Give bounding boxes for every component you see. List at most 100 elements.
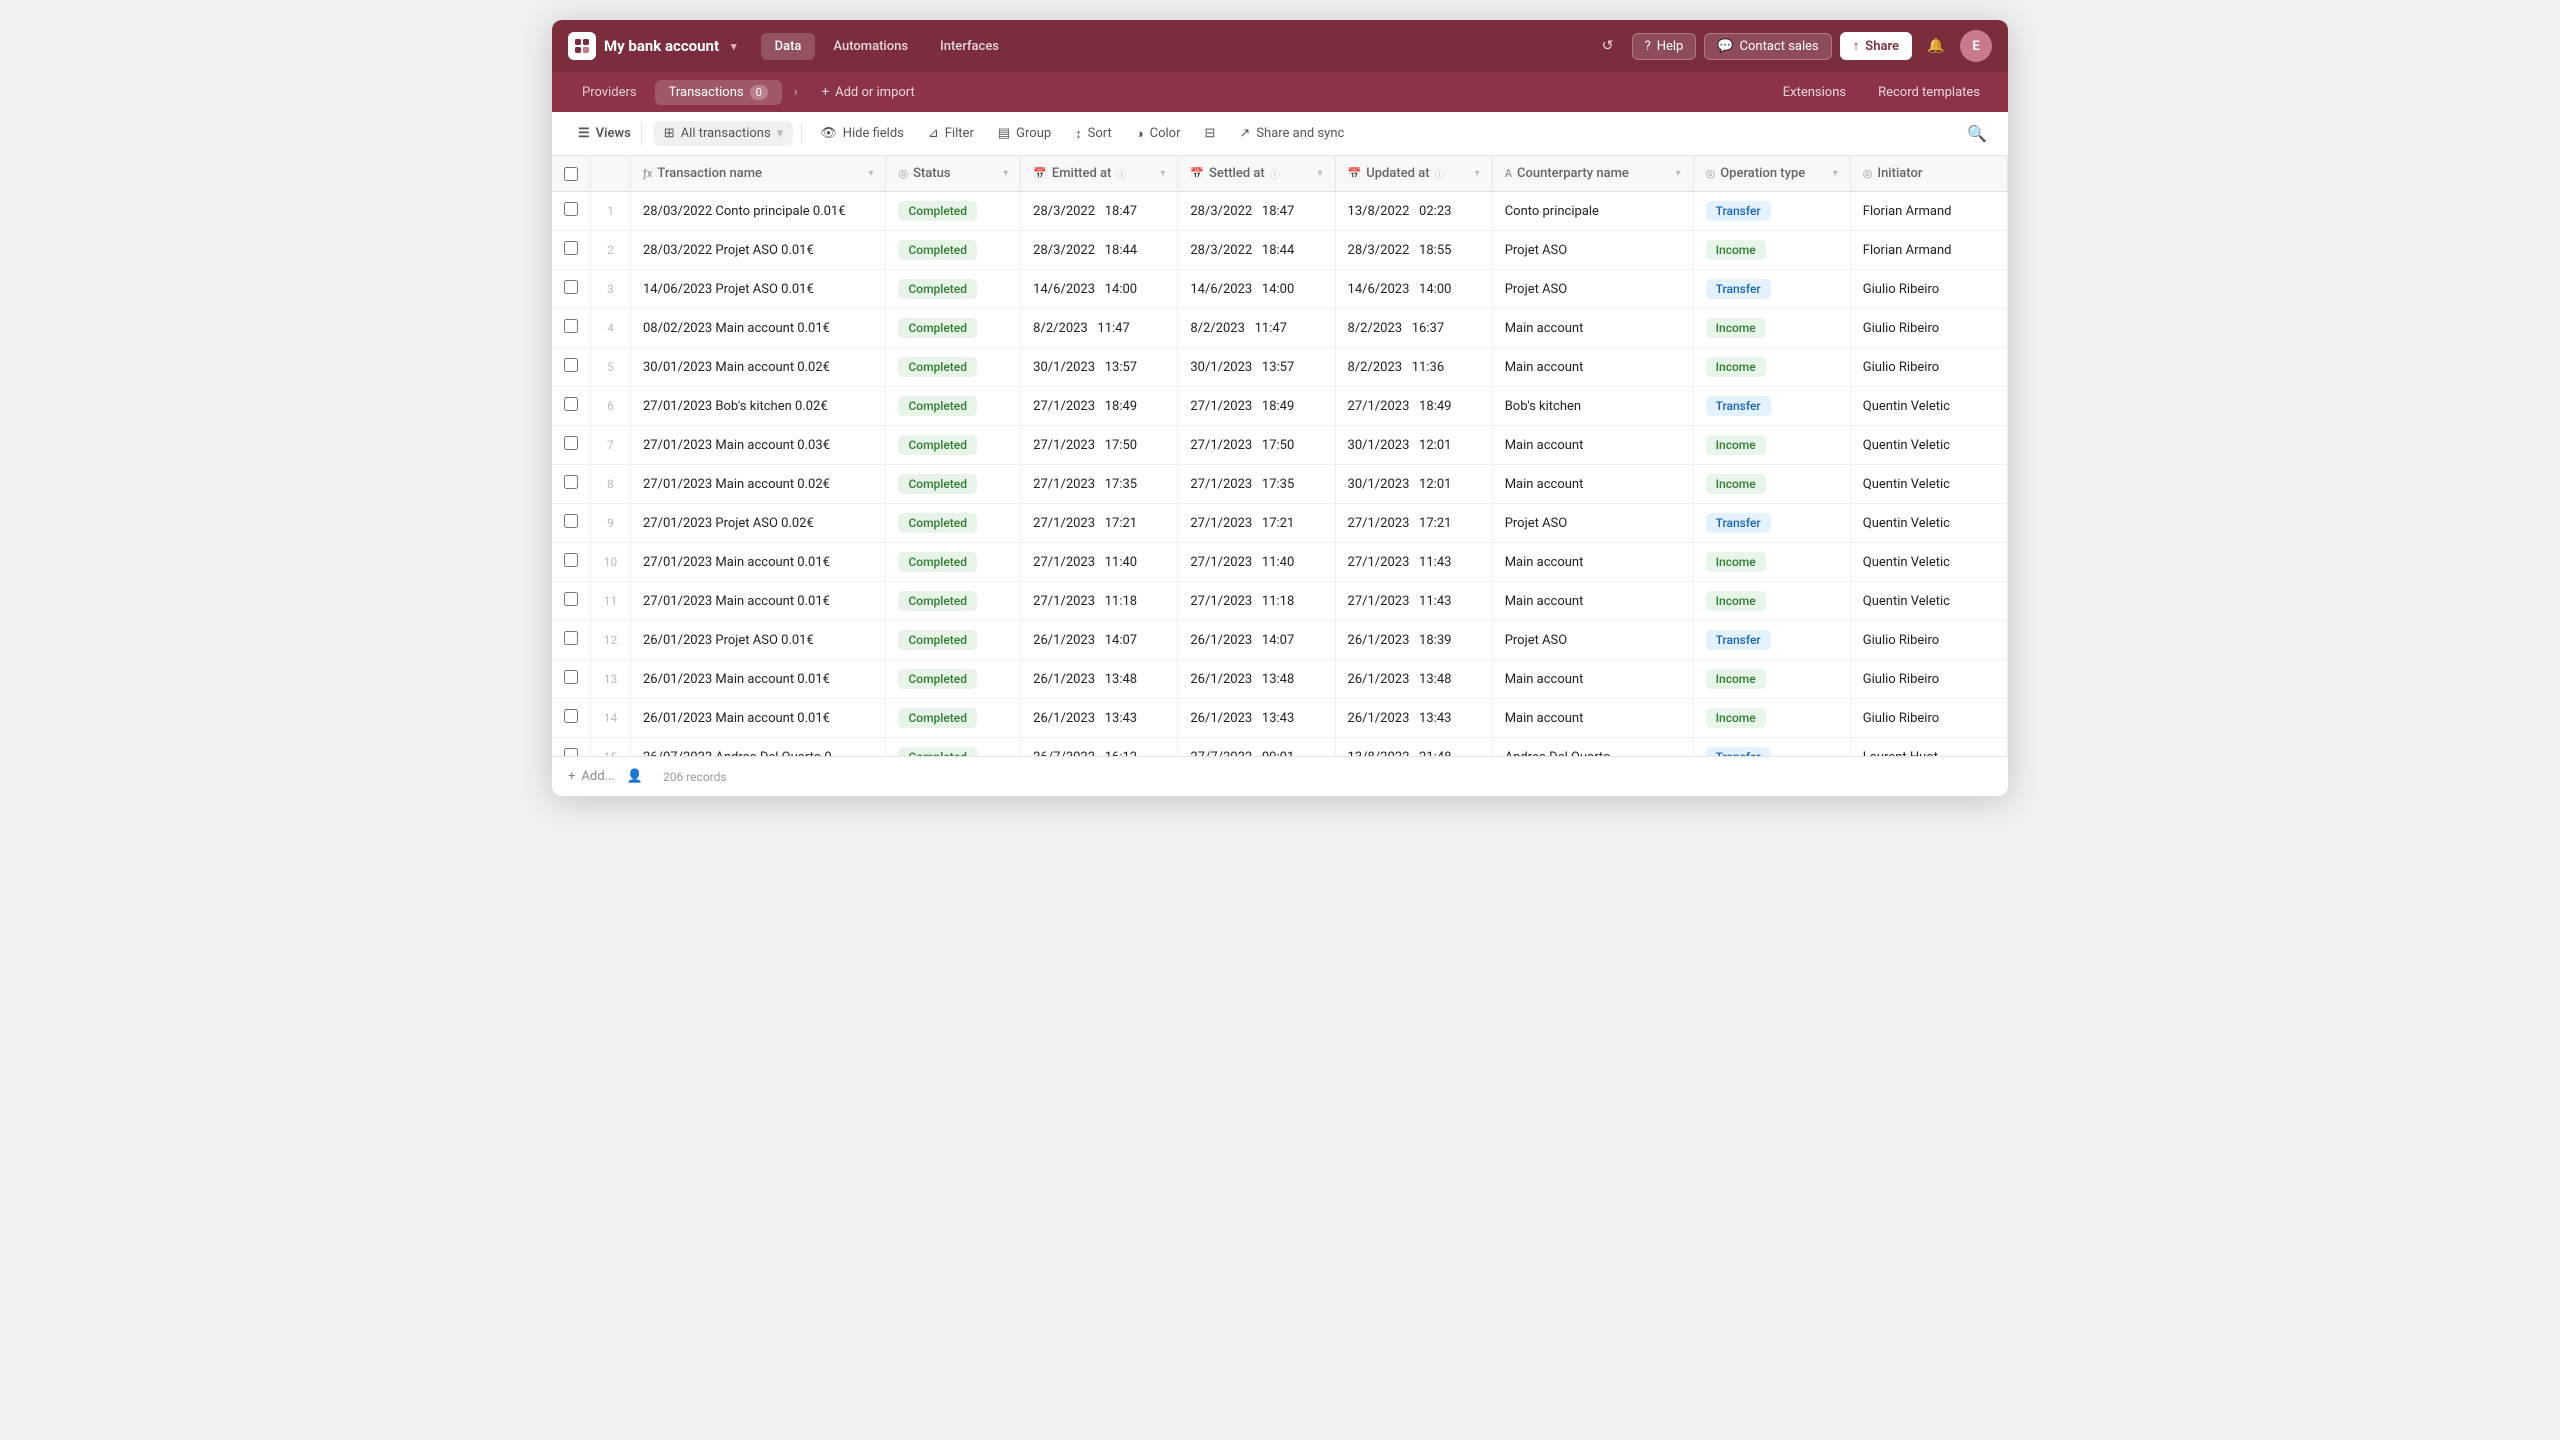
row-checkbox[interactable] <box>564 631 578 645</box>
share-icon: ↑ <box>1853 38 1860 54</box>
optype-badge: Transfer <box>1706 747 1771 756</box>
transaction-name-cell: 27/01/2023 Main account 0.03€ <box>631 426 886 465</box>
table-row[interactable]: 5 30/01/2023 Main account 0.02€ Complete… <box>552 348 2008 387</box>
row-checkbox[interactable] <box>564 397 578 411</box>
updated-at-cell: 26/1/2023 13:43 <box>1335 699 1492 738</box>
extensions-button[interactable]: Extensions <box>1771 80 1858 105</box>
hide-fields-button[interactable]: 👁 Hide fields <box>810 121 914 146</box>
transactions-table: ƒx Transaction name ▾ ◎ Status ▾ <box>552 156 2008 756</box>
header-row-num <box>591 156 631 192</box>
table-row[interactable]: 13 26/01/2023 Main account 0.01€ Complet… <box>552 660 2008 699</box>
share-sync-button[interactable]: ↗ Share and sync <box>1229 121 1354 146</box>
row-checkbox-cell <box>552 621 591 660</box>
sub-nav-more-icon[interactable]: › <box>786 81 806 104</box>
counterparty-cell: Projet ASO <box>1492 270 1693 309</box>
header-status[interactable]: ◎ Status ▾ <box>886 156 1021 192</box>
optype-cell: Income <box>1693 699 1850 738</box>
row-checkbox[interactable] <box>564 358 578 372</box>
header-counterparty-name[interactable]: A Counterparty name ▾ <box>1492 156 1693 192</box>
transaction-name-cell: 14/06/2023 Projet ASO 0.01€ <box>631 270 886 309</box>
row-number: 5 <box>591 348 631 387</box>
row-checkbox-cell <box>552 465 591 504</box>
sort-icon: ↕ <box>1075 126 1082 142</box>
row-checkbox[interactable] <box>564 748 578 756</box>
status-badge: Completed <box>898 279 977 299</box>
help-button[interactable]: ? Help <box>1632 33 1697 60</box>
settled-at-cell: 8/2/2023 11:47 <box>1178 309 1335 348</box>
add-or-import-button[interactable]: + Add or import <box>810 80 927 105</box>
optype-badge: Transfer <box>1706 396 1771 416</box>
header-updated-at[interactable]: 📅 Updated at ⓘ ▾ <box>1335 156 1492 192</box>
app-logo[interactable]: My bank account ▾ <box>568 32 737 60</box>
row-checkbox[interactable] <box>564 436 578 450</box>
row-number: 8 <box>591 465 631 504</box>
group-button[interactable]: ▤ Group <box>988 121 1061 146</box>
emitted-at-cell: 26/1/2023 13:43 <box>1021 699 1178 738</box>
table-row[interactable]: 1 28/03/2022 Conto principale 0.01€ Comp… <box>552 192 2008 231</box>
sort-button[interactable]: ↕ Sort <box>1065 121 1122 147</box>
status-cell: Completed <box>886 465 1021 504</box>
table-row[interactable]: 7 27/01/2023 Main account 0.03€ Complete… <box>552 426 2008 465</box>
density-button[interactable]: ⊟ <box>1195 121 1226 146</box>
nav-tab-interfaces[interactable]: Interfaces <box>926 33 1013 60</box>
row-checkbox[interactable] <box>564 670 578 684</box>
notifications-icon[interactable]: 🔔 <box>1920 30 1952 62</box>
optype-badge: Transfer <box>1706 279 1771 299</box>
nav-tab-automations[interactable]: Automations <box>819 33 922 60</box>
row-checkbox[interactable] <box>564 319 578 333</box>
table-row[interactable]: 12 26/01/2023 Projet ASO 0.01€ Completed… <box>552 621 2008 660</box>
table-row[interactable]: 6 27/01/2023 Bob's kitchen 0.02€ Complet… <box>552 387 2008 426</box>
header-emitted-at[interactable]: 📅 Emitted at ⓘ ▾ <box>1021 156 1178 192</box>
header-initiator[interactable]: ◎ Initiator <box>1850 156 2007 192</box>
optype-badge: Income <box>1706 591 1766 611</box>
op-col-icon: ◎ <box>1706 167 1716 180</box>
sub-tab-transactions[interactable]: Transactions 0 <box>655 80 782 105</box>
settled-at-cell: 27/1/2023 11:40 <box>1178 543 1335 582</box>
row-checkbox[interactable] <box>564 280 578 294</box>
row-checkbox[interactable] <box>564 241 578 255</box>
all-transactions-view-button[interactable]: ⊞ All transactions ▾ <box>654 121 793 146</box>
contact-sales-button[interactable]: 💬 Contact sales <box>1704 33 1831 60</box>
color-button[interactable]: ◑ Color <box>1126 121 1191 147</box>
header-transaction-name[interactable]: ƒx Transaction name ▾ <box>631 156 886 192</box>
table-row[interactable]: 3 14/06/2023 Projet ASO 0.01€ Completed … <box>552 270 2008 309</box>
optype-badge: Income <box>1706 669 1766 689</box>
share-button[interactable]: ↑ Share <box>1840 32 1912 60</box>
row-checkbox[interactable] <box>564 475 578 489</box>
table-row[interactable]: 2 28/03/2022 Projet ASO 0.01€ Completed … <box>552 231 2008 270</box>
settled-at-cell: 27/1/2023 17:21 <box>1178 504 1335 543</box>
record-templates-button[interactable]: Record templates <box>1866 80 1992 105</box>
filter-button[interactable]: ⊿ Filter <box>918 121 984 146</box>
initiator-cell: Florian Armand <box>1850 231 2007 270</box>
row-checkbox[interactable] <box>564 553 578 567</box>
transaction-name-cell: 26/01/2023 Projet ASO 0.01€ <box>631 621 886 660</box>
avatar[interactable]: E <box>1960 30 1992 62</box>
table-row[interactable]: 14 26/01/2023 Main account 0.01€ Complet… <box>552 699 2008 738</box>
table-row[interactable]: 8 27/01/2023 Main account 0.02€ Complete… <box>552 465 2008 504</box>
status-cell: Completed <box>886 582 1021 621</box>
views-label[interactable]: ☰ Views <box>568 121 642 146</box>
add-record-button[interactable]: + Add... <box>568 769 615 784</box>
nav-tab-data[interactable]: Data <box>761 33 816 60</box>
search-icon[interactable]: 🔍 <box>1962 119 1992 148</box>
table-row[interactable]: 10 27/01/2023 Main account 0.01€ Complet… <box>552 543 2008 582</box>
row-checkbox[interactable] <box>564 202 578 216</box>
row-checkbox[interactable] <box>564 592 578 606</box>
table-row[interactable]: 9 27/01/2023 Projet ASO 0.02€ Completed … <box>552 504 2008 543</box>
initiator-cell: Giulio Ribeiro <box>1850 660 2007 699</box>
sub-tab-providers[interactable]: Providers <box>568 80 651 105</box>
select-all-checkbox[interactable] <box>564 167 578 181</box>
header-settled-at[interactable]: 📅 Settled at ⓘ ▾ <box>1178 156 1335 192</box>
row-checkbox[interactable] <box>564 514 578 528</box>
row-checkbox-cell <box>552 309 591 348</box>
table-row[interactable]: 15 26/07/2022 Andrea Del Quarto 0.... Co… <box>552 738 2008 757</box>
optype-badge: Income <box>1706 318 1766 338</box>
row-checkbox[interactable] <box>564 709 578 723</box>
table-row[interactable]: 11 27/01/2023 Main account 0.01€ Complet… <box>552 582 2008 621</box>
header-operation-type[interactable]: ◎ Operation type ▾ <box>1693 156 1850 192</box>
history-icon[interactable]: ↺ <box>1592 30 1624 62</box>
table-row[interactable]: 4 08/02/2023 Main account 0.01€ Complete… <box>552 309 2008 348</box>
row-number: 14 <box>591 699 631 738</box>
optype-badge: Transfer <box>1706 513 1771 533</box>
optype-badge: Income <box>1706 357 1766 377</box>
